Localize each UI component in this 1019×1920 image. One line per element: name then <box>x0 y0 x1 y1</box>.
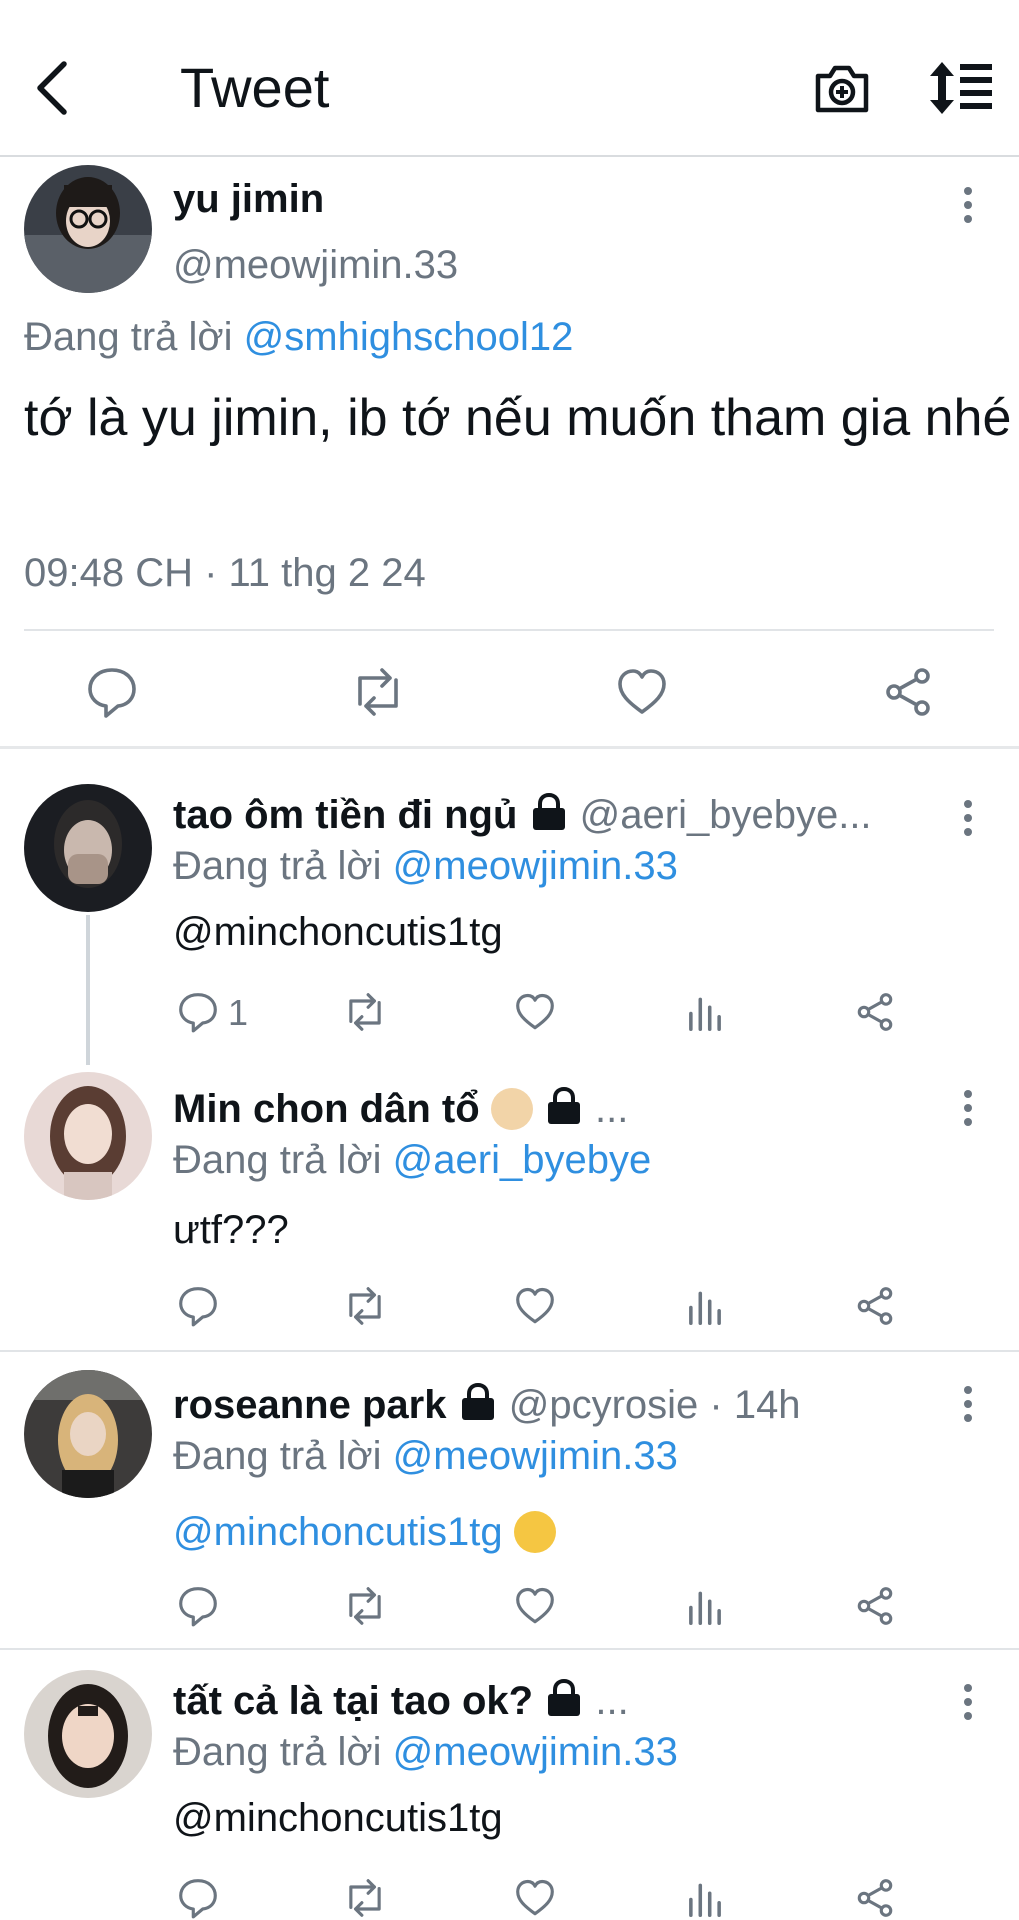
tweet-actions: 1 <box>173 990 913 1038</box>
reply-icon[interactable] <box>176 1876 220 1920</box>
reply-icon[interactable]: 1 <box>176 990 248 1034</box>
mention-link[interactable]: @meowjimin.33 <box>393 1730 678 1774</box>
top-bar: Tweet <box>0 0 1019 157</box>
reply-tweet[interactable]: tất cả là tại tao ok? ... Đang trả lời @… <box>0 1660 1019 1920</box>
more-options-icon[interactable] <box>953 185 983 225</box>
author-handle[interactable]: @meowjimin.33 <box>173 243 458 288</box>
like-icon[interactable] <box>513 1876 557 1920</box>
reply-icon[interactable] <box>176 1584 220 1628</box>
replying-to: Đang trả lời @aeri_byebye <box>173 1138 651 1183</box>
author-name[interactable]: yu jimin <box>173 177 324 222</box>
more-options-icon[interactable] <box>953 1682 983 1722</box>
more-options-icon[interactable] <box>953 1088 983 1128</box>
smirk-emoji-icon <box>513 1511 556 1553</box>
reply-tweet[interactable]: tao ôm tiền đi ngủ @aeri_byebye... Đang … <box>0 780 1019 1080</box>
tweet-actions <box>173 1584 913 1632</box>
divider <box>0 1350 1019 1352</box>
page-title: Tweet <box>180 56 330 119</box>
share-icon[interactable] <box>853 1876 897 1920</box>
avatar[interactable] <box>24 784 152 912</box>
share-icon[interactable] <box>853 990 897 1034</box>
views-icon[interactable] <box>683 1584 727 1628</box>
reply-icon[interactable] <box>84 664 140 720</box>
dog-emoji-icon <box>490 1088 533 1130</box>
author-name-text: Min chon dân tổ <box>173 1087 480 1131</box>
reply-icon[interactable] <box>176 1284 220 1328</box>
avatar[interactable] <box>24 165 152 293</box>
author-handle: ... <box>595 1679 629 1723</box>
mention-link[interactable]: @minchoncutis1tg <box>173 1510 503 1554</box>
like-icon[interactable] <box>513 990 557 1034</box>
replying-to-label: Đang trả lời <box>24 315 233 359</box>
author-name-text: tất cả là tại tao ok? <box>173 1679 534 1723</box>
replying-to: Đang trả lời @meowjimin.33 <box>173 1730 678 1775</box>
views-icon[interactable] <box>683 990 727 1034</box>
avatar[interactable] <box>24 1370 152 1498</box>
like-icon[interactable] <box>614 664 670 720</box>
reply-tweet[interactable]: Min chon dân tổ ... Đang trả lời @aeri_b… <box>0 1070 1019 1350</box>
back-arrow-icon[interactable] <box>30 58 80 118</box>
tweet-text[interactable]: @minchoncutis1tg <box>173 1796 503 1841</box>
author-handle: @pcyrosie · 14h <box>508 1383 801 1427</box>
tweet-text: tớ là yu jimin, ib tớ nếu muốn tham gia … <box>24 389 1012 447</box>
timestamp: 09:48 CH · 11 thg 2 24 <box>24 551 426 595</box>
views-icon[interactable] <box>683 1284 727 1328</box>
more-options-icon[interactable] <box>953 1384 983 1424</box>
author-name[interactable]: tất cả là tại tao ok? ... <box>173 1678 629 1724</box>
tweet-actions <box>173 1876 913 1920</box>
views-icon[interactable] <box>683 1876 727 1920</box>
mention-link[interactable]: @meowjimin.33 <box>393 844 678 888</box>
divider <box>0 1648 1019 1650</box>
tweet-text: ưtf??? <box>173 1208 289 1252</box>
mention-link[interactable]: @meowjimin.33 <box>393 1434 678 1478</box>
author-handle: ... <box>595 1087 629 1131</box>
mention-link[interactable]: @smhighschool12 <box>244 315 574 359</box>
divider <box>24 629 994 631</box>
lock-icon <box>461 1382 494 1420</box>
replying-to: Đang trả lời @smhighschool12 <box>24 315 573 360</box>
share-icon[interactable] <box>853 1584 897 1628</box>
retweet-icon[interactable] <box>343 1876 387 1920</box>
more-options-icon[interactable] <box>953 798 983 838</box>
retweet-icon[interactable] <box>350 664 406 720</box>
lock-icon <box>532 792 565 830</box>
camera-plus-icon[interactable] <box>812 60 872 116</box>
author-name-text: roseanne park <box>173 1383 447 1427</box>
tweet-text[interactable]: @minchoncutis1tg <box>173 910 503 955</box>
avatar[interactable] <box>24 1072 152 1200</box>
replying-to: Đang trả lời @meowjimin.33 <box>173 844 678 889</box>
retweet-icon[interactable] <box>343 1584 387 1628</box>
avatar[interactable] <box>24 1670 152 1798</box>
replying-to-label: Đang trả lời <box>173 1138 382 1182</box>
share-icon[interactable] <box>880 664 936 720</box>
retweet-icon[interactable] <box>343 1284 387 1328</box>
replying-to-label: Đang trả lời <box>173 1434 382 1478</box>
like-icon[interactable] <box>513 1584 557 1628</box>
replying-to: Đang trả lời @meowjimin.33 <box>173 1434 678 1479</box>
mention-link[interactable]: @aeri_byebye <box>393 1138 652 1182</box>
sort-icon[interactable] <box>928 60 994 116</box>
author-handle: @aeri_byebye... <box>579 793 872 837</box>
author-name[interactable]: Min chon dân tổ ... <box>173 1086 628 1132</box>
lock-icon <box>547 1086 580 1124</box>
share-icon[interactable] <box>853 1284 897 1328</box>
tweet-text: @minchoncutis1tg <box>173 1510 556 1555</box>
like-icon[interactable] <box>513 1284 557 1328</box>
retweet-icon[interactable] <box>343 990 387 1034</box>
reply-count: 1 <box>228 992 249 1033</box>
main-tweet: yu jimin @meowjimin.33 Đang trả lời @smh… <box>0 159 1019 749</box>
author-name-text: tao ôm tiền đi ngủ <box>173 793 518 837</box>
replying-to-label: Đang trả lời <box>173 1730 382 1774</box>
reply-tweet[interactable]: roseanne park @pcyrosie · 14h Đang trả l… <box>0 1362 1019 1647</box>
lock-icon <box>548 1678 581 1716</box>
author-name[interactable]: roseanne park @pcyrosie · 14h <box>173 1382 801 1428</box>
tweet-actions <box>173 1284 913 1332</box>
replying-to-label: Đang trả lời <box>173 844 382 888</box>
author-name[interactable]: tao ôm tiền đi ngủ @aeri_byebye... <box>173 792 872 838</box>
